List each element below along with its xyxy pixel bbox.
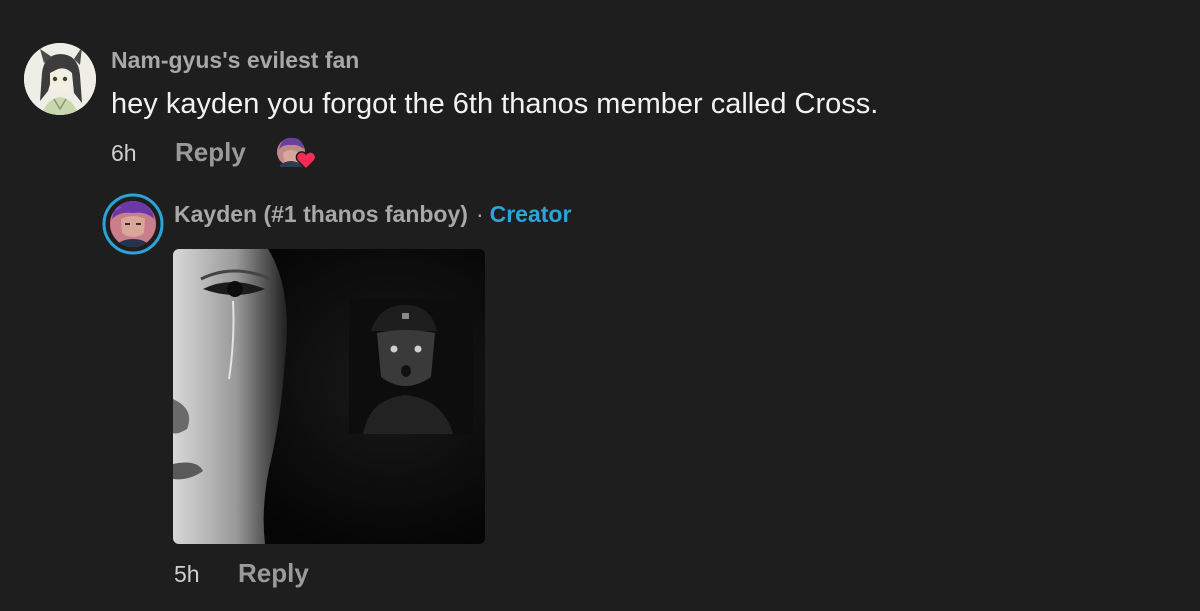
- creator-avatar[interactable]: [102, 193, 164, 255]
- creator-username[interactable]: Kayden (#1 thanos fanboy): [174, 201, 468, 227]
- commenter-avatar[interactable]: [24, 43, 96, 115]
- reply-header: Kayden (#1 thanos fanboy) · Creator: [174, 201, 571, 228]
- creator-liked-badge: [276, 135, 316, 171]
- comment-timestamp: 6h: [111, 140, 137, 166]
- reply-to-reply-button[interactable]: Reply: [238, 558, 309, 589]
- anime-character-avatar-icon: [24, 43, 96, 115]
- name-separator: ·: [475, 201, 484, 227]
- comment-text: hey kayden you forgot the 6th thanos mem…: [111, 88, 879, 120]
- purple-hair-avatar-icon: [102, 193, 164, 255]
- commenter-username[interactable]: Nam-gyus's evilest fan: [111, 47, 359, 74]
- meme-image-icon: [173, 249, 485, 544]
- reply-timestamp: 5h: [174, 561, 200, 587]
- creator-badge: Creator: [489, 201, 572, 227]
- reply-image-attachment[interactable]: [173, 249, 485, 544]
- reply-button[interactable]: Reply: [175, 137, 246, 168]
